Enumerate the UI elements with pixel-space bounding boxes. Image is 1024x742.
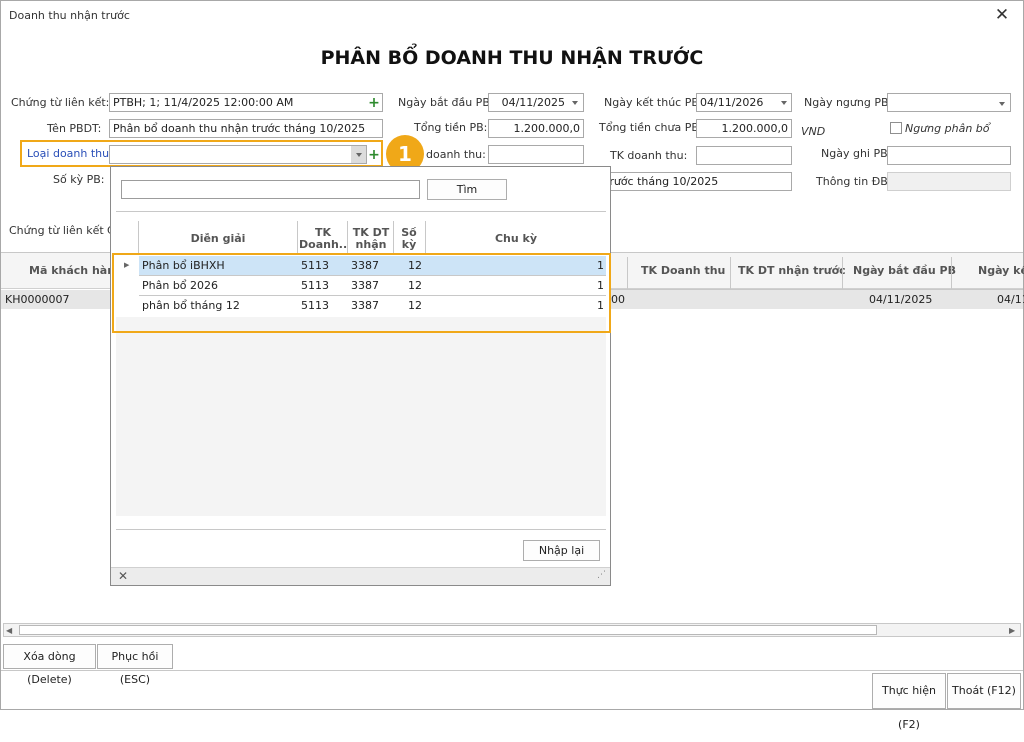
cell-ma-kh: KH0000007: [5, 293, 70, 306]
reset-button[interactable]: Nhập lại: [523, 540, 600, 561]
thong-tin-db-field: [887, 172, 1011, 191]
window-title: Doanh thu nhận trước: [9, 9, 130, 22]
ten-pbdt-field[interactable]: Phân bổ doanh thu nhận trước tháng 10/20…: [109, 119, 383, 138]
close-icon[interactable]: ✕: [993, 5, 1011, 25]
col-ngay-ke[interactable]: Ngày kế: [978, 255, 1024, 287]
tong-tien-pb-field[interactable]: 1.200.000,0: [488, 119, 584, 138]
scrollbar-thumb[interactable]: [19, 625, 877, 635]
col-tk-dt-nhan-truoc[interactable]: TK DT nhận trước: [738, 255, 846, 287]
so-ky-pb-label: Số kỳ PB:: [53, 173, 105, 186]
cell-partial: 00: [611, 293, 625, 306]
col-divider: [627, 257, 628, 289]
phuc-hoi-button[interactable]: Phục hồi (ESC): [97, 644, 173, 686]
ten-pbdt-label: Tên PBDT:: [47, 122, 102, 135]
currency-label: VND: [801, 125, 826, 138]
ngay-ghi-pb-field[interactable]: [887, 146, 1011, 165]
close-icon[interactable]: ✕: [118, 569, 128, 583]
search-input[interactable]: [121, 180, 420, 199]
ngung-phan-bo-checkbox[interactable]: [890, 122, 902, 134]
ngay-bat-dau-pb-field[interactable]: 04/11/2025: [488, 93, 584, 112]
ngay-ket-thuc-pb-field[interactable]: 04/11/2026: [696, 93, 792, 112]
thuc-hien-button[interactable]: Thực hiện (F2): [872, 673, 946, 731]
chevron-down-icon[interactable]: [781, 101, 787, 105]
ngay-ngung-pb-field[interactable]: [887, 93, 1011, 112]
chung-tu-lien-ket-label: Chứng từ liên kết:: [11, 96, 110, 109]
ngay-ghi-pb-label: Ngày ghi PB:: [821, 147, 892, 160]
resize-grip-icon[interactable]: ⋰: [597, 570, 606, 580]
col-ngay-bat-dau-pb[interactable]: Ngày bắt đầu PB: [853, 255, 956, 287]
col-so-ky[interactable]: Số kỳ: [395, 227, 423, 251]
search-button[interactable]: Tìm: [427, 179, 507, 200]
xoa-dong-button[interactable]: Xóa dòng (Delete): [3, 644, 96, 686]
doanh-thu-field[interactable]: [488, 145, 584, 164]
dien-giai-field[interactable]: trước tháng 10/2025: [601, 172, 792, 191]
divider: [116, 211, 606, 212]
page-title: PHÂN BỔ DOANH THU NHẬN TRƯỚC: [320, 47, 704, 69]
popup-footer: [111, 567, 610, 585]
col-divider: [842, 257, 843, 289]
col-chu-ky[interactable]: Chu kỳ: [426, 233, 606, 245]
col-divider: [730, 257, 731, 289]
tk-doanh-thu-label: TK doanh thu:: [610, 149, 688, 162]
col-divider: [951, 257, 952, 289]
col-divider: [138, 221, 139, 254]
divider: [1, 670, 1023, 671]
chung-tu-lien-ket-field[interactable]: PTBH; 1; 11/4/2025 12:00:00 AM: [109, 93, 383, 112]
col-dien-giai[interactable]: Diễn giải: [139, 233, 297, 245]
add-icon[interactable]: +: [368, 96, 380, 110]
ngung-phan-bo-label: Ngưng phân bổ: [905, 122, 990, 135]
thoat-button[interactable]: Thoát (F12): [947, 673, 1021, 709]
ngay-ngung-pb-label: Ngày ngưng PB:: [804, 96, 893, 109]
chevron-down-icon[interactable]: [572, 101, 578, 105]
col-tk-doanh-thu[interactable]: TK Doanh...: [299, 227, 347, 251]
loai-doanh-thu-popup: Tìm Diễn giải TK Doanh... TK DT nhận ...…: [110, 166, 611, 586]
rows-highlight-frame: [112, 253, 611, 333]
col-tk-doanh-thu[interactable]: TK Doanh thu: [641, 255, 725, 287]
scroll-right-icon[interactable]: ▶: [1009, 626, 1015, 635]
cell-ngay-ke: 04/11: [997, 293, 1024, 306]
col-ma-khach-hang[interactable]: Mã khách hàng: [29, 255, 123, 287]
scroll-left-icon[interactable]: ◀: [6, 626, 12, 635]
row-divider: [611, 289, 1023, 290]
divider: [116, 529, 606, 530]
title-bar: Doanh thu nhận trước ✕: [1, 1, 1023, 31]
thong-tin-db-label: Thông tin ĐB:: [816, 175, 892, 188]
highlight-frame: [20, 140, 383, 167]
tong-tien-pb-label: Tổng tiền PB:: [414, 121, 488, 134]
tong-tien-chua-pb-field[interactable]: 1.200.000,0: [696, 119, 792, 138]
cell-ngay-bat-dau-pb: 04/11/2025: [869, 293, 933, 306]
tong-tien-chua-pb-label: Tổng tiền chưa PB:: [599, 121, 703, 134]
window: Doanh thu nhận trước ✕ PHÂN BỔ DOANH THU…: [0, 0, 1024, 731]
tab-chung-tu-lien-ket[interactable]: Chứng từ liên kết: [9, 224, 104, 237]
tk-doanh-thu-field[interactable]: [696, 146, 792, 165]
ngay-bat-dau-pb-label: Ngày bắt đầu PB:: [398, 96, 494, 109]
ngay-ket-thuc-pb-label: Ngày kết thúc PB:: [604, 96, 703, 109]
doanh-thu-label: doanh thu:: [426, 148, 486, 161]
chevron-down-icon[interactable]: [999, 102, 1005, 106]
